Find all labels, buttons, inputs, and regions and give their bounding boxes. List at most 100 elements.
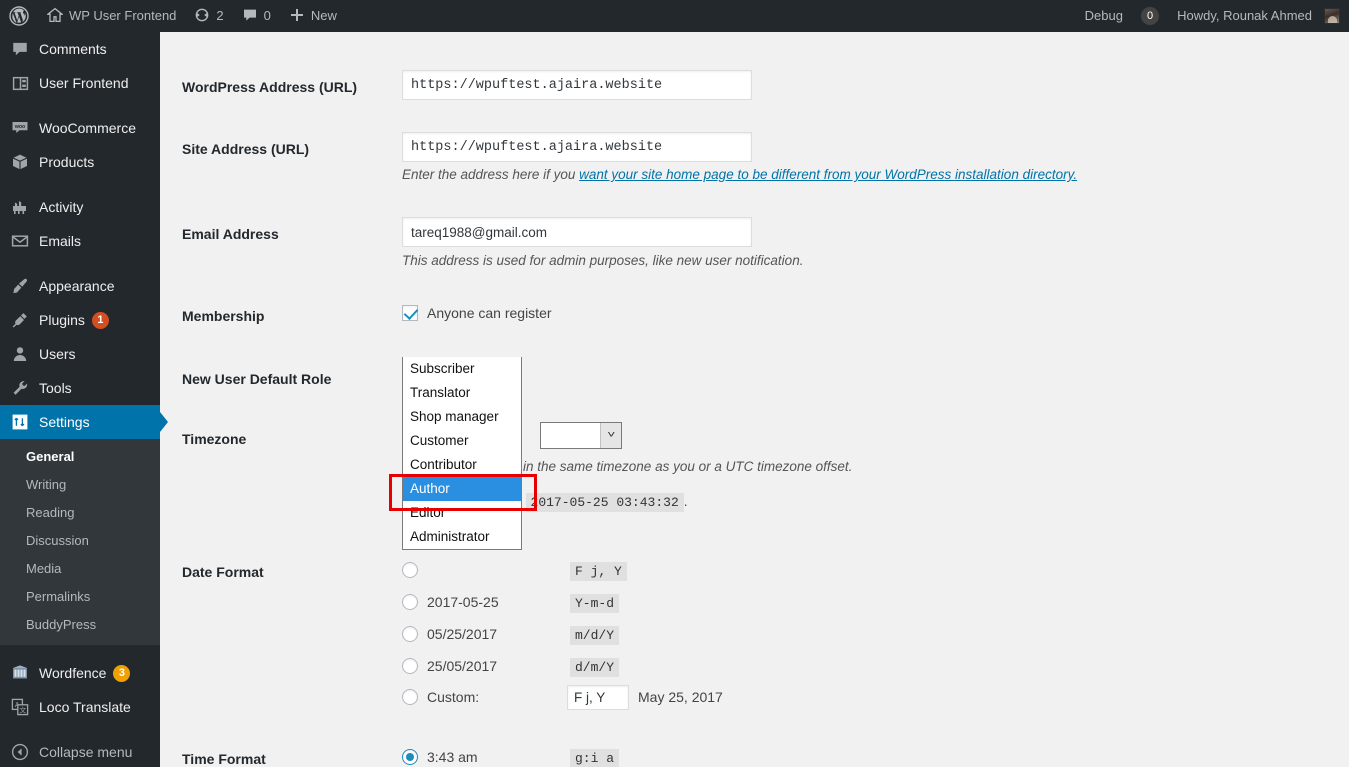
new-content-label: New	[310, 8, 337, 23]
anyone-can-register-checkbox[interactable]	[402, 305, 418, 321]
sidebar-item-tools[interactable]: Tools	[0, 371, 160, 405]
sidebar-item-users[interactable]: Users	[0, 337, 160, 371]
date-format-custom-input[interactable]	[567, 685, 629, 710]
time-format-radio-0[interactable]	[402, 749, 418, 765]
sidebar-item-woocommerce[interactable]: woo WooCommerce	[0, 111, 160, 145]
date-format-radio-2[interactable]	[402, 626, 418, 642]
role-option-administrator[interactable]: Administrator	[403, 525, 521, 549]
paintbrush-icon	[10, 276, 30, 296]
submenu-item-permalinks[interactable]: Permalinks	[0, 583, 160, 611]
wordpress-address-input[interactable]	[402, 70, 752, 100]
sidebar-item-comments[interactable]: Comments	[0, 32, 160, 66]
anyone-can-register-label: Anyone can register	[427, 305, 552, 321]
howdy-label: Howdy, Rounak Ahmed	[1177, 8, 1312, 23]
sidebar-item-emails[interactable]: Emails	[0, 224, 160, 258]
comment-bubble-icon	[10, 39, 30, 59]
date-format-radio-1[interactable]	[402, 594, 418, 610]
loco-translate-icon: A 文	[10, 697, 30, 717]
date-format-option-row	[402, 562, 427, 578]
email-address-input[interactable]	[402, 217, 752, 247]
role-option-translator[interactable]: Translator	[403, 381, 521, 405]
email-address-description: This address is used for admin purposes,…	[402, 253, 804, 268]
sidebar-label: Emails	[39, 233, 82, 249]
sidebar-label: Products	[39, 154, 95, 170]
my-account-menu[interactable]: Howdy, Rounak Ahmed	[1168, 0, 1349, 32]
admin-bar: WP User Frontend 2 0 New Debug 0 Howdy, …	[0, 0, 1349, 32]
updates-menu[interactable]: 2	[185, 0, 232, 32]
role-option-customer[interactable]: Customer	[403, 429, 521, 453]
debug-count-menu[interactable]: 0	[1132, 0, 1168, 32]
sidebar-item-settings[interactable]: Settings	[0, 405, 168, 439]
debug-menu[interactable]: Debug	[1076, 0, 1132, 32]
sidebar-label: Activity	[39, 199, 84, 215]
date-format-label: Date Format	[182, 564, 264, 580]
timezone-select[interactable]: ˅	[540, 422, 622, 449]
sidebar-label: Loco Translate	[39, 699, 131, 715]
comment-bubble-icon	[242, 7, 258, 26]
sidebar-item-loco-translate[interactable]: A 文 Loco Translate	[0, 690, 160, 724]
submenu-item-writing[interactable]: Writing	[0, 471, 160, 499]
time-format-option-row: 3:43 am	[402, 749, 478, 765]
submenu-item-reading[interactable]: Reading	[0, 499, 160, 527]
date-format-custom-label: Custom:	[427, 689, 480, 705]
chevron-down-icon: ˅	[600, 423, 621, 448]
date-format-sample-1: 2017-05-25	[427, 594, 499, 610]
wordfence-alert-badge: 3	[113, 664, 131, 682]
submenu-item-discussion[interactable]: Discussion	[0, 527, 160, 555]
sidebar-label: Tools	[39, 380, 72, 396]
submenu-item-buddypress[interactable]: BuddyPress	[0, 611, 160, 639]
new-content-menu[interactable]: New	[280, 0, 346, 32]
date-format-option-row: 25/05/2017	[402, 658, 497, 674]
admin-bar-left: WP User Frontend 2 0 New	[0, 0, 346, 32]
sidebar-label: Users	[39, 346, 76, 362]
activity-icon	[10, 197, 30, 217]
role-option-author[interactable]: Author	[403, 477, 521, 501]
site-home-page-link[interactable]: want your site home page to be different…	[579, 167, 1077, 182]
sidebar-item-products[interactable]: Products	[0, 145, 160, 179]
date-format-radio-custom[interactable]	[402, 689, 418, 705]
menu-separator	[0, 179, 160, 190]
role-option-editor[interactable]: Editor	[403, 501, 521, 525]
role-option-contributor[interactable]: Contributor	[403, 453, 521, 477]
date-format-radio-3[interactable]	[402, 658, 418, 674]
sidebar-label: Wordfence	[39, 665, 107, 681]
time-format-sample-0: 3:43 am	[427, 749, 478, 765]
collapse-arrow-icon	[10, 742, 30, 762]
admin-sidebar: Comments User Frontend woo WooCommerce P…	[0, 32, 168, 767]
time-format-label: Time Format	[182, 751, 266, 767]
role-option-shop-manager[interactable]: Shop manager	[403, 405, 521, 429]
collapse-menu-label: Collapse menu	[39, 744, 133, 760]
site-name-menu[interactable]: WP User Frontend	[38, 0, 185, 32]
role-option-subscriber[interactable]: Subscriber	[403, 357, 521, 381]
sidebar-item-plugins[interactable]: Plugins 1	[0, 303, 160, 337]
site-address-input[interactable]	[402, 132, 752, 162]
comments-menu[interactable]: 0	[233, 0, 280, 32]
menu-separator	[0, 258, 160, 269]
menu-separator	[0, 100, 160, 111]
admin-page: WP User Frontend 2 0 New Debug 0 Howdy, …	[0, 0, 1349, 767]
date-format-option-row: 2017-05-25	[402, 594, 499, 610]
new-user-default-role-label: New User Default Role	[182, 371, 332, 387]
submenu-item-general[interactable]: General	[0, 443, 160, 471]
sidebar-label: WooCommerce	[39, 120, 136, 136]
new-user-default-role-dropdown-list[interactable]: Subscriber Translator Shop manager Custo…	[402, 357, 522, 550]
sidebar-item-activity[interactable]: Activity	[0, 190, 160, 224]
wrench-icon	[10, 378, 30, 398]
collapse-menu-button[interactable]: Collapse menu	[0, 735, 160, 767]
wordpress-logo-icon	[9, 6, 29, 26]
user-icon	[10, 344, 30, 364]
svg-text:woo: woo	[14, 124, 25, 130]
sidebar-item-wordfence[interactable]: Wordfence 3	[0, 656, 160, 690]
site-name-label: WP User Frontend	[69, 8, 177, 23]
settings-sliders-icon	[10, 412, 30, 432]
date-format-sample-2: 05/25/2017	[427, 626, 498, 642]
sidebar-item-user-frontend[interactable]: User Frontend	[0, 66, 160, 100]
date-format-radio-0[interactable]	[402, 562, 418, 578]
submenu-item-media[interactable]: Media	[0, 555, 160, 583]
settings-general-form: WordPress Address (URL) Site Address (UR…	[160, 32, 1349, 767]
date-format-sample-3: 25/05/2017	[427, 658, 498, 674]
sidebar-item-appearance[interactable]: Appearance	[0, 269, 160, 303]
wordpress-logo-menu[interactable]	[0, 0, 38, 32]
envelope-icon	[10, 231, 30, 251]
woocommerce-icon: woo	[10, 118, 30, 138]
